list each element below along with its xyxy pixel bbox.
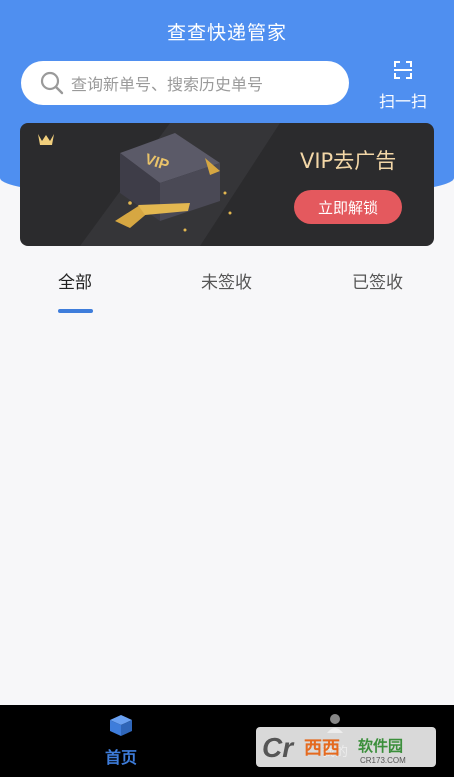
svg-text:西西: 西西 (304, 738, 340, 759)
app-title: 查查快递管家 (166, 22, 287, 44)
scan-icon (391, 58, 415, 86)
vip-banner[interactable]: VIP VIP去广告 立即解锁 (20, 123, 434, 246)
tab-unsigned[interactable]: 未签收 (201, 268, 252, 293)
tab-all[interactable]: 全部 (58, 268, 92, 293)
search-bar[interactable]: 查询新单号、搜索历史单号 (21, 61, 349, 105)
vip-remove-ads-text: VIP去广告 (300, 149, 397, 173)
active-tab-indicator (58, 309, 93, 313)
svg-text:软件园: 软件园 (358, 737, 403, 755)
vip-illustration: VIP (38, 123, 280, 246)
tab-signed[interactable]: 已签收 (352, 268, 403, 293)
svg-text:CR173.COM: CR173.COM (360, 756, 406, 765)
search-icon (39, 70, 65, 96)
nav-home[interactable]: 首页 (92, 713, 150, 771)
scan-button[interactable]: 扫一扫 (372, 58, 434, 111)
tab-bar: 全部 未签收 已签收 (0, 268, 454, 318)
scan-label: 扫一扫 (378, 92, 427, 111)
search-placeholder: 查询新单号、搜索历史单号 (71, 75, 264, 94)
unlock-button[interactable]: 立即解锁 (294, 190, 402, 224)
nav-home-label: 首页 (104, 748, 137, 767)
svg-text:Cr: Cr (262, 732, 295, 763)
watermark-logo: Cr 西西 软件园 CR173.COM (262, 732, 406, 765)
crown-icon (38, 134, 54, 145)
home-box-icon (108, 713, 134, 741)
site-watermark: Cr 西西 软件园 CR173.COM (256, 727, 436, 767)
